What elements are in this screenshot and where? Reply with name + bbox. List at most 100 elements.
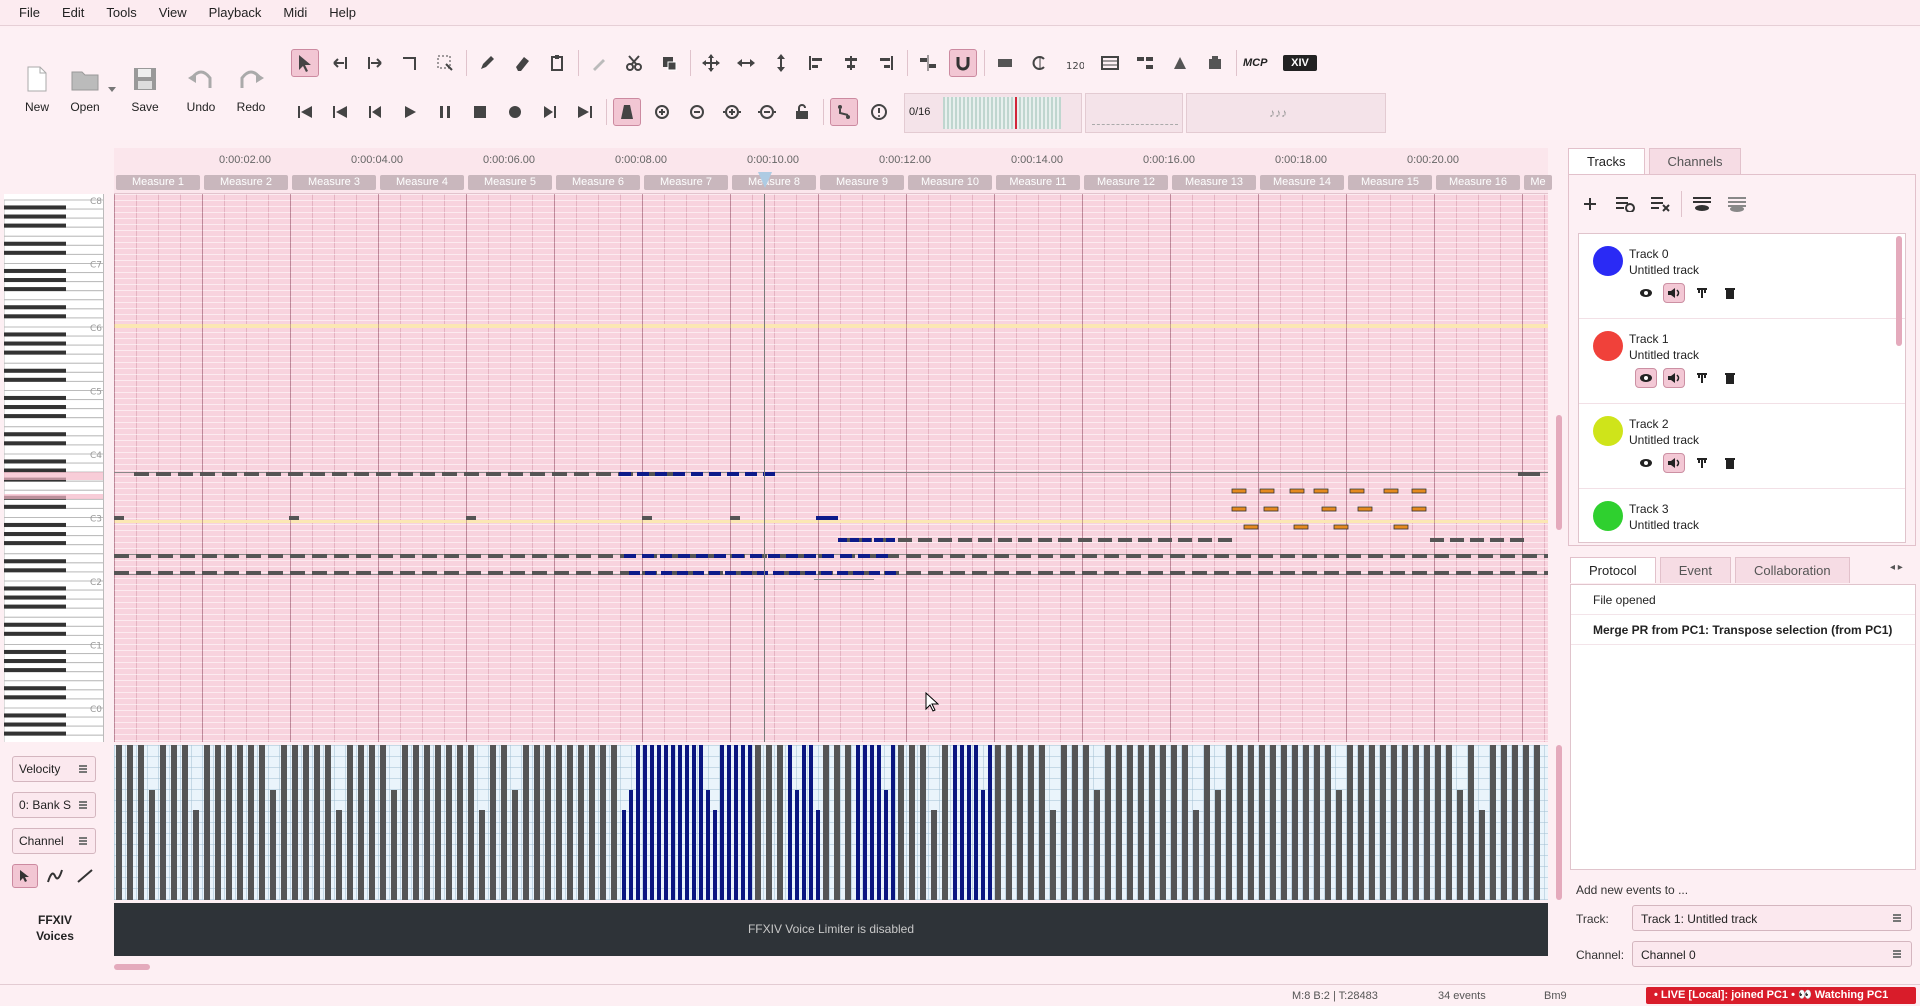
white-key[interactable] bbox=[4, 353, 104, 364]
midi-note[interactable] bbox=[1346, 571, 1361, 575]
midi-note[interactable] bbox=[1544, 554, 1548, 558]
zoom-in-horizontal-icon[interactable] bbox=[718, 98, 746, 126]
velocity-bar[interactable] bbox=[237, 745, 243, 900]
velocity-bar[interactable] bbox=[457, 745, 463, 900]
velocity-bar[interactable] bbox=[1248, 745, 1254, 900]
midi-note[interactable] bbox=[886, 538, 895, 542]
midi-note[interactable] bbox=[619, 472, 631, 476]
midi-note[interactable] bbox=[1038, 554, 1053, 558]
velocity-bar[interactable] bbox=[589, 745, 595, 900]
midi-note[interactable] bbox=[1302, 571, 1317, 575]
white-key[interactable] bbox=[4, 507, 104, 518]
measure-label[interactable]: Measure 6 bbox=[556, 175, 640, 190]
white-key[interactable] bbox=[4, 634, 104, 645]
stop-icon[interactable] bbox=[466, 98, 494, 126]
velocity-bar[interactable] bbox=[720, 745, 724, 900]
measure-label[interactable]: Measure 12 bbox=[1084, 175, 1168, 190]
velocity-bar[interactable] bbox=[1149, 745, 1155, 900]
midi-note[interactable] bbox=[334, 554, 349, 558]
midi-note[interactable] bbox=[356, 571, 371, 575]
midi-note[interactable] bbox=[289, 516, 299, 520]
midi-note[interactable] bbox=[444, 554, 459, 558]
velocity-bar[interactable] bbox=[1193, 810, 1199, 900]
midi-note[interactable] bbox=[660, 554, 672, 558]
midi-note[interactable] bbox=[356, 554, 371, 558]
midi-note[interactable] bbox=[136, 571, 151, 575]
midi-note[interactable] bbox=[624, 554, 636, 558]
velocity-bar[interactable] bbox=[1303, 745, 1309, 900]
stamp-icon[interactable] bbox=[655, 49, 683, 77]
list-view-icon[interactable] bbox=[1096, 49, 1124, 77]
midi-note[interactable] bbox=[1518, 472, 1540, 476]
measure-label[interactable]: Measure 5 bbox=[468, 175, 552, 190]
midi-note[interactable] bbox=[1500, 554, 1515, 558]
menu-help[interactable]: Help bbox=[318, 5, 367, 20]
black-key[interactable] bbox=[4, 414, 66, 419]
midi-note[interactable] bbox=[1148, 554, 1163, 558]
midi-note[interactable] bbox=[1060, 554, 1075, 558]
midi-note[interactable] bbox=[202, 554, 217, 558]
track-up-icon[interactable] bbox=[1611, 190, 1639, 218]
track-item[interactable]: Track 0 Untitled track bbox=[1579, 234, 1905, 319]
midi-note[interactable] bbox=[1170, 554, 1185, 558]
white-key[interactable] bbox=[4, 734, 104, 742]
midi-note[interactable] bbox=[1500, 571, 1515, 575]
horizontal-scrollbar[interactable] bbox=[114, 964, 150, 970]
velocity-bar[interactable] bbox=[699, 745, 703, 900]
black-key[interactable] bbox=[4, 686, 66, 691]
midi-note[interactable] bbox=[136, 554, 151, 558]
select-left-icon[interactable] bbox=[326, 49, 354, 77]
number-tempo-icon[interactable]: 120 bbox=[1061, 49, 1089, 77]
midi-note[interactable] bbox=[1231, 506, 1247, 512]
midi-note[interactable] bbox=[1258, 554, 1273, 558]
midi-note[interactable] bbox=[804, 554, 816, 558]
white-key[interactable] bbox=[4, 226, 104, 237]
tab-protocol[interactable]: Protocol bbox=[1570, 557, 1656, 583]
velocity-bar[interactable] bbox=[1314, 745, 1320, 900]
midi-note[interactable] bbox=[750, 554, 762, 558]
midi-note[interactable] bbox=[885, 571, 896, 575]
velocity-bar[interactable] bbox=[523, 745, 529, 900]
scissors-icon[interactable] bbox=[620, 49, 648, 77]
menu-file[interactable]: File bbox=[8, 5, 51, 20]
midi-note[interactable] bbox=[816, 516, 838, 520]
midi-note[interactable] bbox=[1259, 488, 1275, 494]
midi-note[interactable] bbox=[158, 554, 173, 558]
black-key[interactable] bbox=[4, 722, 66, 727]
black-key[interactable] bbox=[4, 405, 66, 410]
velocity-bar[interactable] bbox=[578, 745, 584, 900]
midi-note[interactable] bbox=[1302, 554, 1317, 558]
midi-note[interactable] bbox=[1058, 538, 1072, 542]
velocity-bar[interactable] bbox=[1171, 745, 1177, 900]
move-vertical-icon[interactable] bbox=[767, 49, 795, 77]
black-key[interactable] bbox=[4, 223, 66, 228]
black-key[interactable] bbox=[4, 541, 66, 546]
velocity-bar[interactable] bbox=[116, 745, 122, 900]
black-key[interactable] bbox=[4, 459, 66, 464]
midi-note[interactable] bbox=[1280, 571, 1295, 575]
midi-note[interactable] bbox=[510, 554, 525, 558]
velocity-bar[interactable] bbox=[809, 745, 813, 900]
midi-note[interactable] bbox=[1490, 538, 1504, 542]
midi-note[interactable] bbox=[200, 472, 215, 476]
midi-note[interactable] bbox=[530, 472, 545, 476]
midi-note[interactable] bbox=[1078, 538, 1092, 542]
midi-note[interactable] bbox=[898, 538, 912, 542]
velocity-bar[interactable] bbox=[755, 745, 761, 900]
velocity-bar[interactable] bbox=[1347, 745, 1353, 900]
midi-note[interactable] bbox=[1016, 571, 1031, 575]
midi-note[interactable] bbox=[928, 571, 943, 575]
midi-note[interactable] bbox=[838, 538, 847, 542]
midi-note[interactable] bbox=[840, 554, 852, 558]
midi-note[interactable] bbox=[1456, 571, 1471, 575]
midi-note[interactable] bbox=[994, 554, 1009, 558]
midi-note[interactable] bbox=[576, 554, 591, 558]
midi-note[interactable] bbox=[822, 554, 834, 558]
menu-tools[interactable]: Tools bbox=[95, 5, 147, 20]
midi-note[interactable] bbox=[1522, 571, 1537, 575]
list-item[interactable]: Merge PR from PC1: Transpose selection (… bbox=[1571, 615, 1915, 645]
midi-note[interactable] bbox=[488, 571, 503, 575]
midi-note[interactable] bbox=[1450, 538, 1464, 542]
midi-note[interactable] bbox=[442, 472, 457, 476]
black-key[interactable] bbox=[4, 241, 66, 246]
